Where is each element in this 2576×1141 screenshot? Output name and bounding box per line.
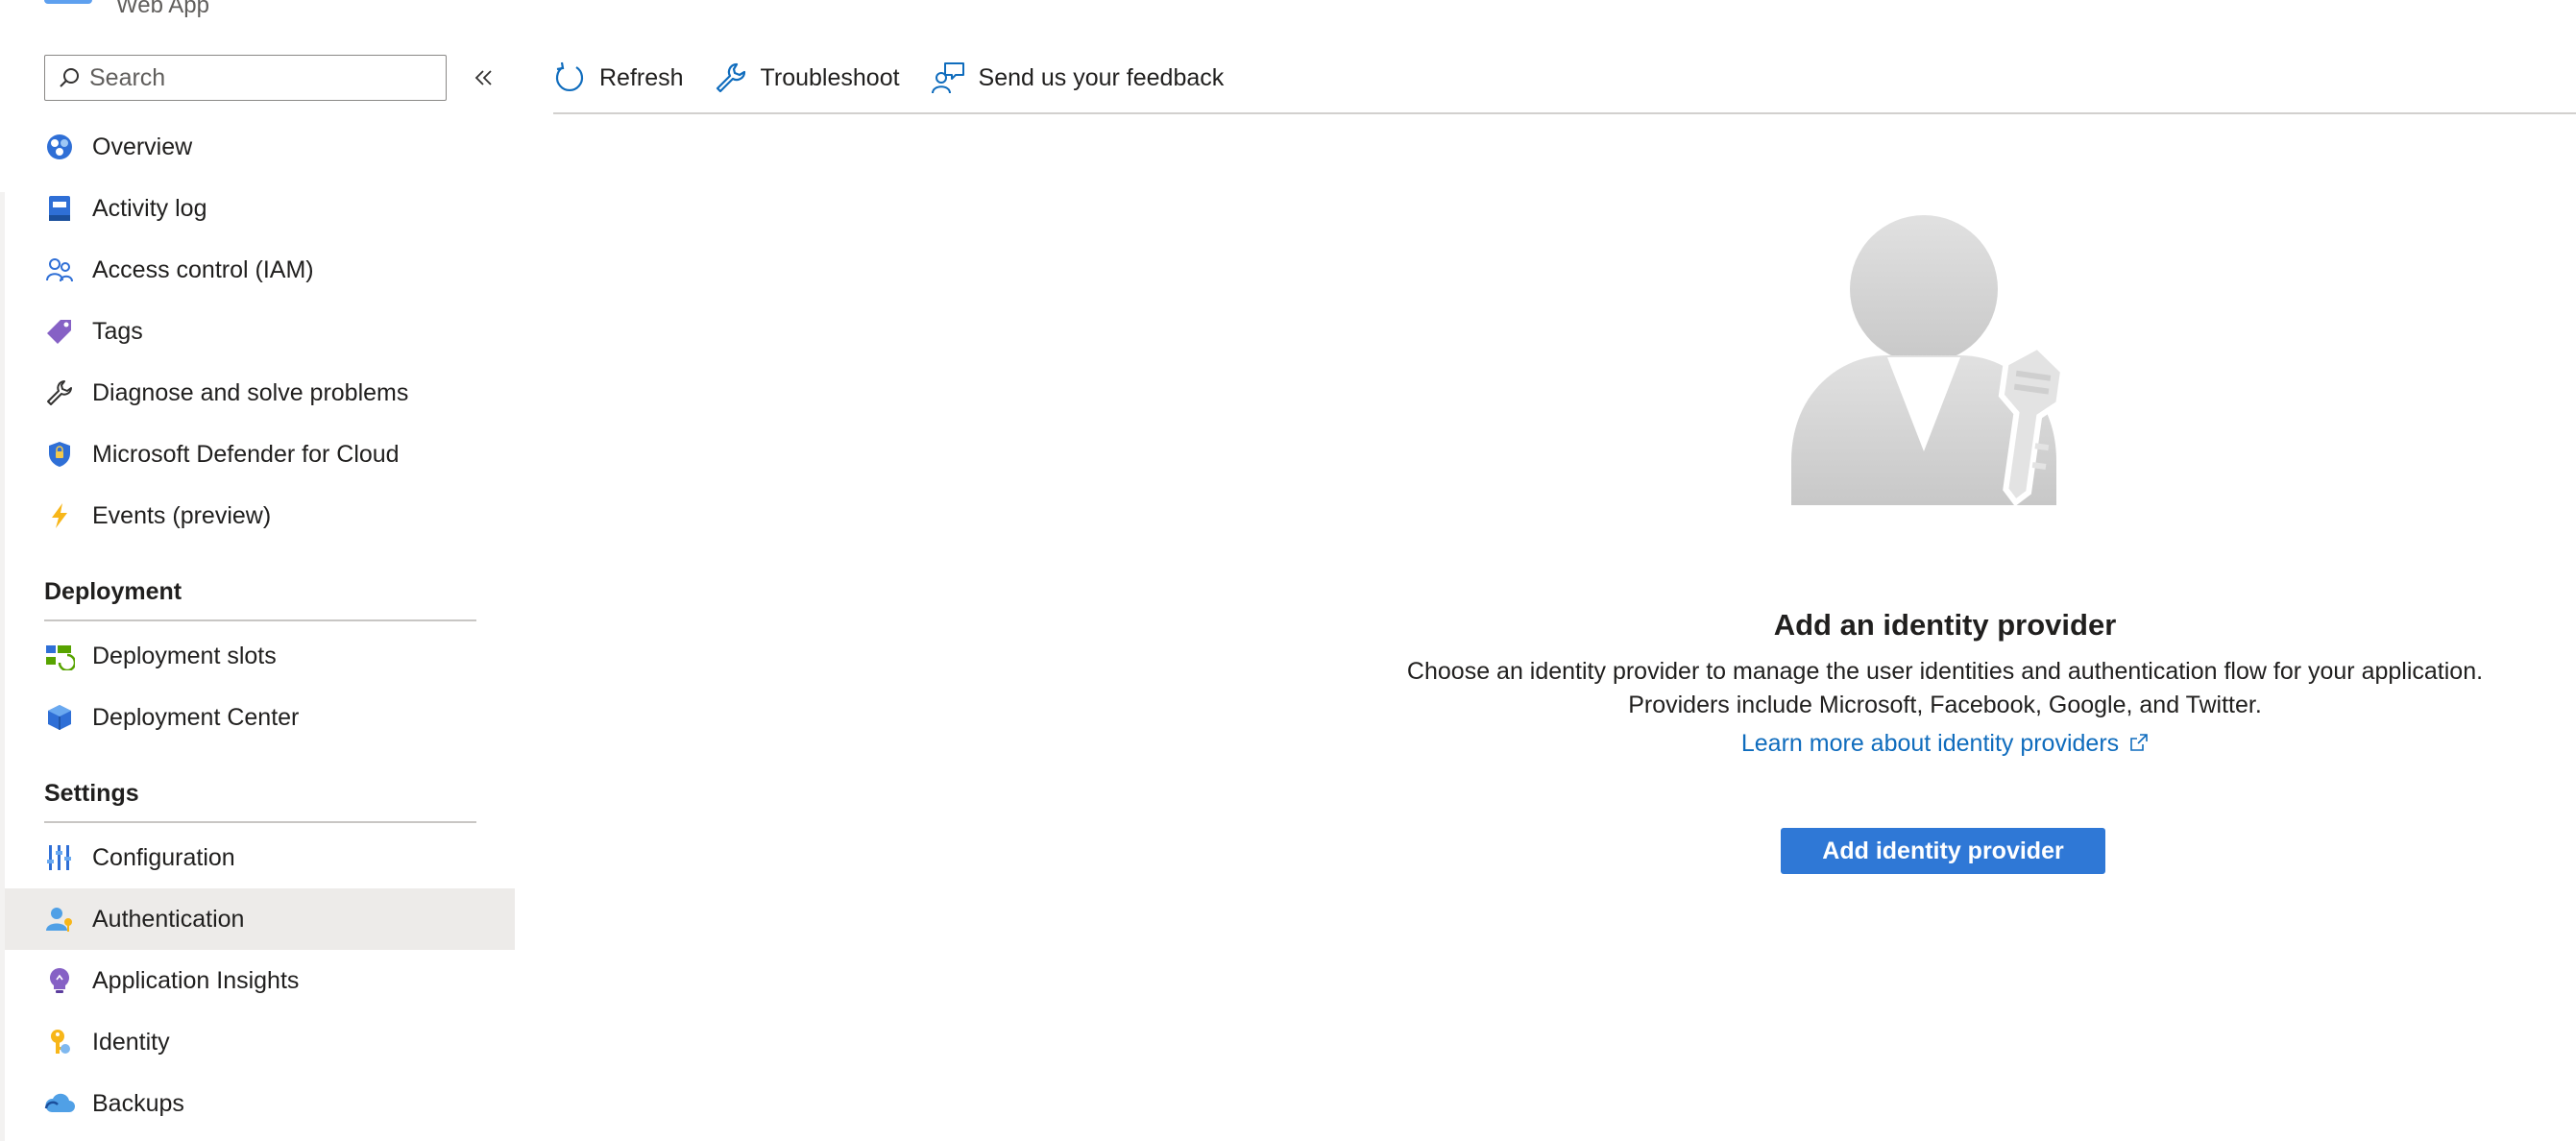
sidebar-item-label: Authentication [92,905,245,933]
sidebar-item-diagnose[interactable]: Diagnose and solve problems [5,362,515,424]
add-identity-provider-button[interactable]: Add identity provider [1781,828,2105,874]
wrench-icon [716,62,745,93]
sliders-icon [43,841,76,874]
sidebar-item-label: Access control (IAM) [92,255,314,283]
tag-icon [43,315,76,348]
sidebar-item-application-insights[interactable]: Application Insights [5,950,515,1011]
command-bar-divider [553,112,2576,114]
deployment-center-icon [43,701,76,734]
empty-state-description-line-2: Providers include Microsoft, Facebook, G… [1628,692,2262,718]
collapse-menu-button[interactable] [471,63,498,92]
sidebar-item-label: Microsoft Defender for Cloud [92,440,400,468]
web-app-logo-icon [44,0,92,4]
sidebar-item-tags[interactable]: Tags [5,301,515,362]
user-key-icon [43,903,76,935]
search-input[interactable] [89,63,435,92]
cloud-backup-icon [43,1087,76,1120]
external-link-icon [2130,734,2148,751]
activity-log-icon [43,192,76,225]
refresh-icon [555,61,584,91]
sidebar-item-label: Deployment Center [92,703,300,731]
resource-type-label: Web App [116,0,209,18]
sidebar-item-label: Configuration [92,843,235,871]
refresh-label: Refresh [599,63,684,91]
lightbulb-icon [43,964,76,997]
sidebar-item-authentication[interactable]: Authentication [5,888,515,950]
sidebar-item-label: Deployment slots [92,642,277,669]
sidebar-item-events[interactable]: Events (preview) [5,485,515,546]
learn-more-link-row: Learn more about identity providers [1325,730,2564,758]
sidebar-item-label: Application Insights [92,966,300,994]
sidebar-item-activity-log[interactable]: Activity log [5,178,515,239]
sidebar-item-label: Activity log [92,194,207,222]
sidebar-item-access-control[interactable]: Access control (IAM) [5,239,515,301]
sidebar-item-defender[interactable]: Microsoft Defender for Cloud [5,424,515,485]
command-bar: Refresh Troubleshoot Send us your feedba… [553,53,1254,103]
sidebar-item-label: Identity [92,1028,170,1056]
lightning-icon [43,499,76,532]
overview-icon [43,131,76,163]
sidebar-item-label: Backups [92,1089,184,1117]
sidebar-item-label: Overview [92,133,193,160]
sidebar-item-deployment-center[interactable]: Deployment Center [5,687,515,748]
access-control-icon [43,254,76,286]
feedback-button[interactable]: Send us your feedback [931,61,1225,94]
key-icon [43,1026,76,1058]
sidebar-item-label: Diagnose and solve problems [92,378,409,406]
empty-state-description: Choose an identity provider to manage th… [1325,655,2564,722]
refresh-button[interactable]: Refresh [553,61,684,94]
learn-more-link[interactable]: Learn more about identity providers [1741,730,2149,757]
section-header-settings: Settings [44,780,476,823]
section-header-deployment: Deployment [44,578,476,621]
shield-icon [43,438,76,471]
sidebar-item-overview[interactable]: Overview [5,116,515,178]
troubleshoot-button[interactable]: Troubleshoot [715,61,900,94]
search-icon [60,68,79,87]
resource-menu: Web App Overview Activity log Access con… [0,0,515,1141]
troubleshoot-label: Troubleshoot [760,63,900,91]
sidebar-item-label: Tags [92,317,143,345]
double-chevron-left-icon [474,70,492,85]
feedback-icon [931,62,964,94]
sidebar-item-deployment-slots[interactable]: Deployment slots [5,625,515,687]
sidebar-item-configuration[interactable]: Configuration [5,827,515,888]
empty-state-description-line-1: Choose an identity provider to manage th… [1406,658,2484,685]
sidebar-item-identity[interactable]: Identity [5,1011,515,1073]
wrench-icon [43,376,76,409]
empty-state-title: Add an identity provider [1773,608,2117,642]
feedback-label: Send us your feedback [978,63,1225,91]
learn-more-link-text: Learn more about identity providers [1740,730,2120,757]
sidebar-item-label: Events (preview) [92,501,272,529]
sidebar-item-backups[interactable]: Backups [5,1073,515,1134]
deployment-slots-icon [43,640,76,672]
user-key-illustration-icon [1791,215,2067,507]
menu-search-box[interactable] [44,55,447,101]
